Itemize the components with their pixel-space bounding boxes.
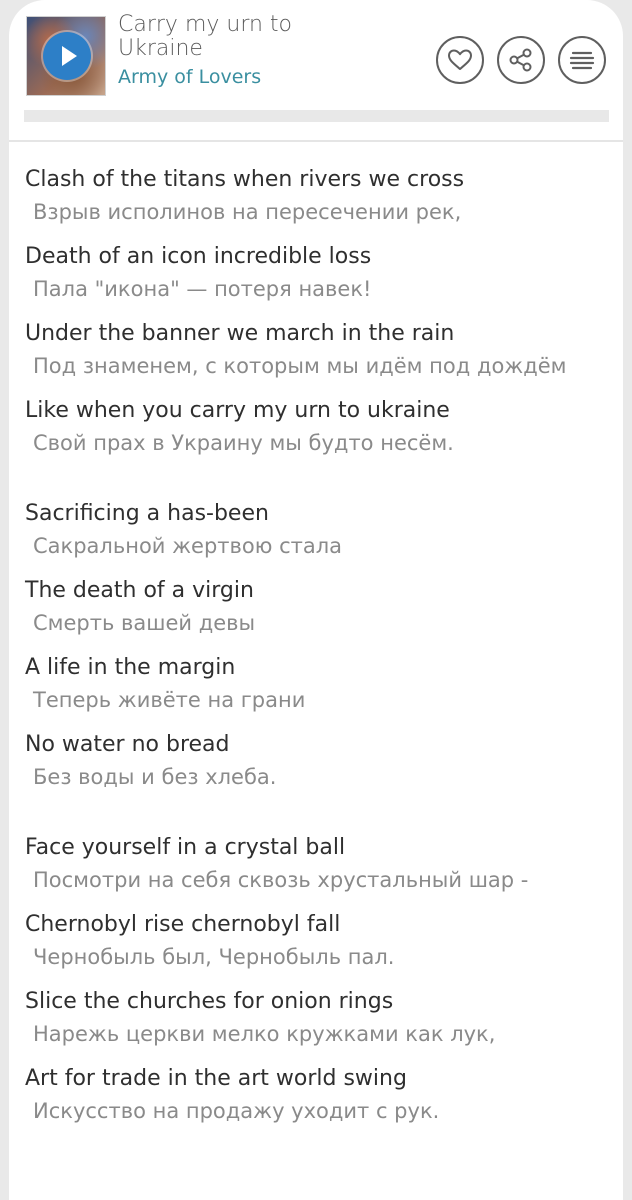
share-icon <box>509 48 532 72</box>
lyric-translation: Искусство на продажу уходит с рук. <box>33 1099 440 1123</box>
lyric-original: Like when you carry my urn to ukraine <box>25 398 450 423</box>
lyric-translation: Сакральной жертвою стала <box>33 534 343 558</box>
lyric-line: Chernobyl rise chernobyl fall Чернобыль … <box>25 908 615 973</box>
share-button[interactable] <box>497 36 545 84</box>
lyric-line: Like when you carry my urn to ukraine Св… <box>25 394 615 459</box>
play-button[interactable] <box>43 32 91 80</box>
header-divider <box>9 140 623 142</box>
lyric-translation: Под знаменем, с которым мы идём под дожд… <box>33 354 567 378</box>
favorite-button[interactable] <box>436 36 484 84</box>
lyric-line: Under the banner we march in the rain По… <box>25 317 615 382</box>
lyric-line: Face yourself in a crystal ball Посмотри… <box>25 831 615 896</box>
lyric-line: A life in the margin Теперь живёте на гр… <box>25 651 615 716</box>
menu-icon <box>569 51 595 70</box>
playback-progress-bar[interactable] <box>24 110 609 122</box>
lyric-line: Clash of the titans when rivers we cross… <box>25 163 615 228</box>
lyric-translation: Взрыв исполинов на пересечении рек, <box>33 200 462 224</box>
lyric-translation: Нарежь церкви мелко кружками как лук, <box>33 1022 496 1046</box>
lyric-translation: Свой прах в Украину мы будто несём. <box>33 431 454 455</box>
stanza-gap <box>25 471 615 497</box>
lyric-original: Art for trade in the art world swing <box>25 1066 407 1091</box>
play-icon <box>61 46 77 66</box>
menu-button[interactable] <box>558 36 606 84</box>
lyric-translation: Пала "икона" — потеря навек! <box>33 277 372 301</box>
lyric-line: Art for trade in the art world swing Иск… <box>25 1062 615 1127</box>
lyric-original: Chernobyl rise chernobyl fall <box>25 912 341 937</box>
lyric-translation: Без воды и без хлеба. <box>33 765 277 789</box>
lyric-original: Face yourself in a crystal ball <box>25 835 346 860</box>
lyrics-card: Carry my urn to Ukraine Army of Lovers C… <box>9 0 623 1200</box>
lyric-translation: Чернобыль был, Чернобыль пал. <box>33 945 395 969</box>
lyric-line: No water no bread Без воды и без хлеба. <box>25 728 615 793</box>
app-frame: Carry my urn to Ukraine Army of Lovers C… <box>0 0 632 1200</box>
lyric-line: Death of an icon incredible loss Пала "и… <box>25 240 615 305</box>
lyric-line: Sacrificing a has-been Сакральной жертво… <box>25 497 615 562</box>
lyric-original: No water no bread <box>25 732 230 757</box>
lyric-line: The death of a virgin Смерть вашей девы <box>25 574 615 639</box>
lyric-original: Sacrificing a has-been <box>25 501 269 526</box>
stanza-gap <box>25 805 615 831</box>
lyric-original: A life in the margin <box>25 655 236 680</box>
lyric-translation: Посмотри на себя сквозь хрустальный шар … <box>33 868 529 892</box>
lyric-translation: Смерть вашей девы <box>33 611 256 635</box>
lyric-original: Under the banner we march in the rain <box>25 321 455 346</box>
artist-link[interactable]: Army of Lovers <box>118 65 261 89</box>
lyric-original: Slice the churches for onion rings <box>25 989 394 1014</box>
lyric-original: Death of an icon incredible loss <box>25 244 372 269</box>
lyrics-list: Clash of the titans when rivers we cross… <box>25 163 615 1139</box>
lyric-line: Slice the churches for onion rings Нареж… <box>25 985 615 1050</box>
heart-icon <box>448 49 472 70</box>
lyric-original: The death of a virgin <box>25 578 254 603</box>
player-header: Carry my urn to Ukraine Army of Lovers <box>9 0 623 140</box>
lyric-original: Clash of the titans when rivers we cross <box>25 167 465 192</box>
lyric-translation: Теперь живёте на грани <box>33 688 306 712</box>
track-title: Carry my urn to Ukraine <box>118 12 293 61</box>
